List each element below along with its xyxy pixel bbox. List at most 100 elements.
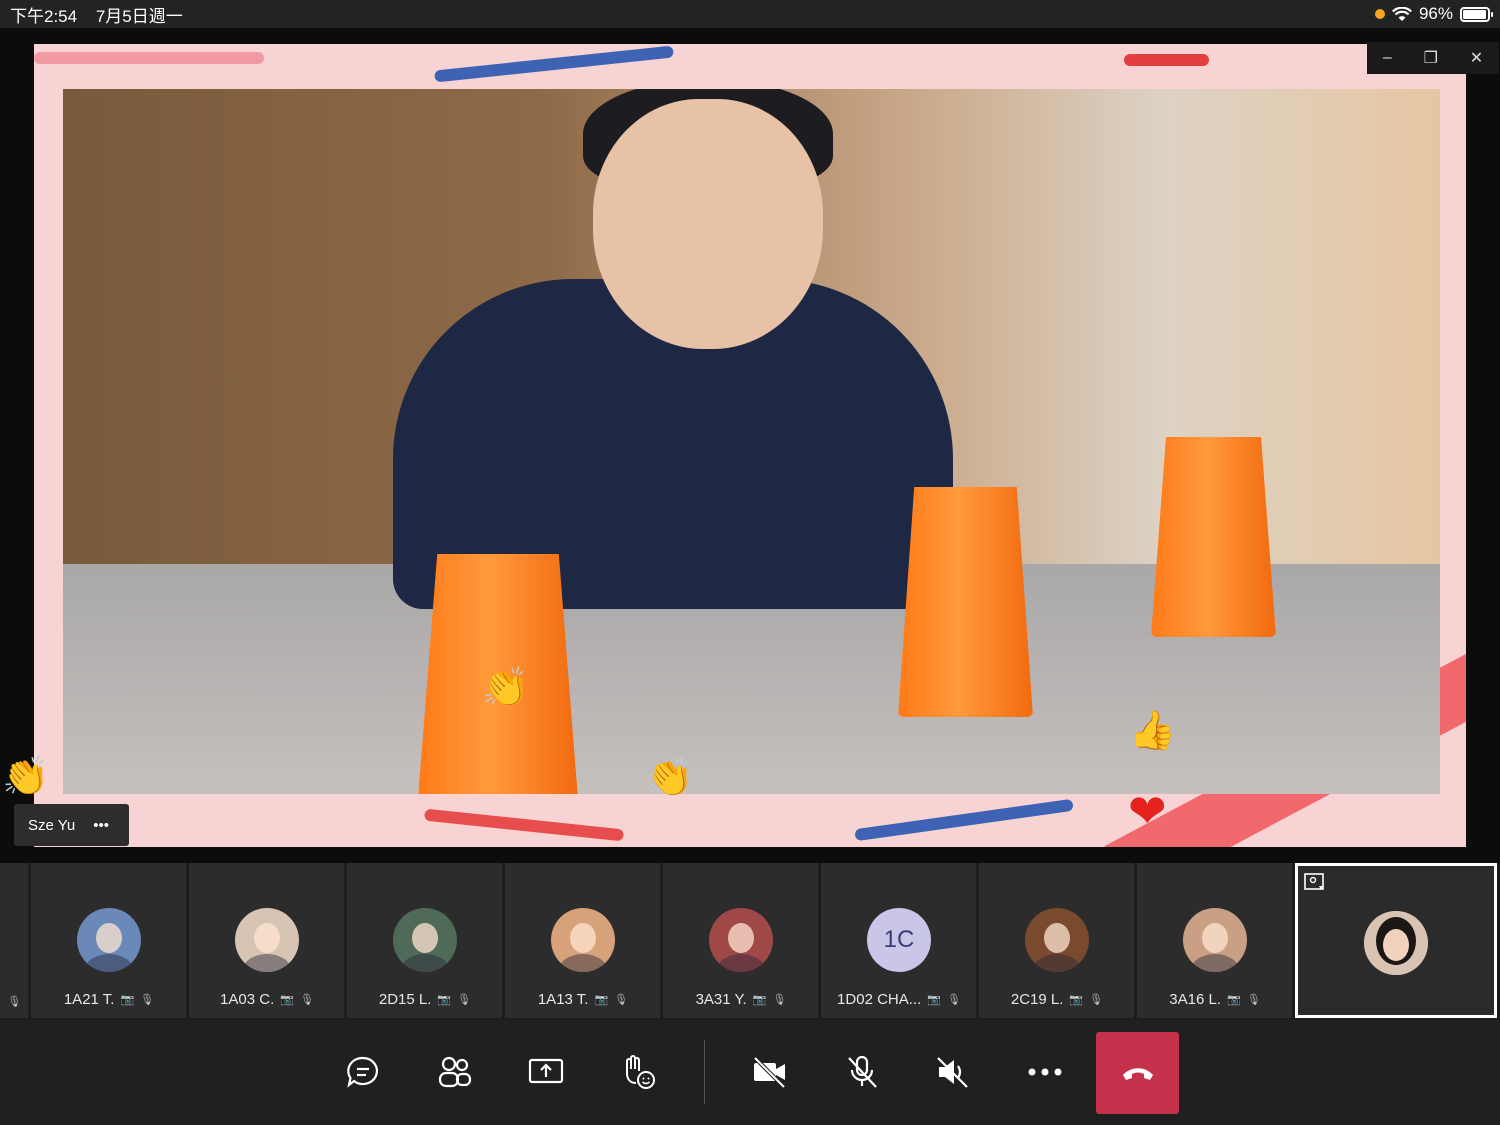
mic-muted-small-icon: 🎙 [772, 994, 787, 1006]
participant-tile[interactable]: 1A21 T. 📷 🎙 [31, 863, 187, 1018]
participant-label: 2D15 L. 📷 🎙 [379, 991, 471, 1008]
battery-icon [1460, 6, 1493, 22]
participant-name-tag[interactable]: Sze Yu ••• [14, 804, 129, 846]
mic-muted-small-icon: 🎙 [946, 994, 961, 1006]
video-background-frame: ❤ 👏 👏 👍 [34, 44, 1466, 847]
pencil-decoration [423, 808, 625, 842]
participant-name: 1A21 T. [63, 991, 115, 1008]
close-button[interactable]: ✕ [1470, 48, 1483, 68]
participant-tile[interactable]: 3A31 Y. 📷 🎙 [663, 863, 819, 1018]
self-avatar [1364, 911, 1429, 975]
participant-tile[interactable]: 2C19 L. 📷 🎙 [979, 863, 1135, 1018]
camera-toggle-button[interactable] [730, 1032, 810, 1112]
camera-off-small-icon: 📷 [752, 994, 767, 1006]
mic-muted-small-icon: 🎙 [299, 994, 314, 1006]
participant-name: 3A16 L. [1169, 991, 1221, 1008]
camera-off-small-icon: 📷 [1069, 994, 1084, 1006]
mic-muted-small-icon: 🎙 [457, 994, 472, 1006]
camera-off-icon [753, 1056, 786, 1089]
speaker-toggle-button[interactable] [913, 1032, 993, 1112]
status-date: 7月5日週一 [95, 6, 183, 26]
heart-reaction-icon: ❤ [1128, 785, 1167, 837]
pencil-decoration [34, 52, 264, 64]
speaker-off-icon [937, 1057, 968, 1088]
more-actions-button[interactable] [1005, 1032, 1085, 1112]
cup-middle [898, 487, 1033, 717]
self-video-tile[interactable] [1295, 863, 1497, 1018]
participant-avatar [1182, 908, 1247, 972]
restore-button[interactable]: ❐ [1424, 48, 1438, 68]
participant-label: 1A13 T. 📷 🎙 [538, 991, 628, 1008]
mic-muted-small-icon: 🎙 [614, 994, 629, 1006]
wifi-icon [1391, 6, 1412, 21]
participant-label: 1A21 T. 📷 🎙 [64, 991, 154, 1008]
hang-up-button[interactable] [1096, 1032, 1179, 1114]
camera-off-small-icon: 📷 [927, 994, 941, 1006]
camera-off-small-icon: 📷 [437, 994, 452, 1006]
eraser-decoration [1124, 54, 1209, 66]
participant-name: 1A13 T. [537, 991, 589, 1008]
participant-avatar [708, 908, 773, 972]
participant-label: 1D02 CHA... 📷 🎙 [837, 991, 961, 1008]
camera-off-small-icon: 📷 [120, 994, 135, 1006]
mic-muted-small-icon: 🎙 [1246, 994, 1261, 1006]
status-bar: 下午2:54 7月5日週一 96% [0, 0, 1500, 28]
cup-right [1151, 437, 1276, 637]
participant-label: 3A31 Y. 📷 🎙 [696, 991, 787, 1008]
clap-reaction-icon: 👏 [482, 667, 530, 709]
participant-avatar [392, 908, 457, 972]
participant-name: 1D02 CHA... [837, 991, 922, 1008]
battery-percent: 96% [1418, 4, 1453, 23]
participant-tile-partial[interactable]: 🎙 [0, 863, 29, 1018]
participant-avatar [550, 908, 615, 972]
reactions-button[interactable] [598, 1032, 678, 1112]
toolbar-divider [704, 1040, 705, 1104]
camera-off-small-icon: 📷 [1227, 994, 1241, 1006]
clap-reaction-icon: 👏 [646, 757, 694, 799]
mic-muted-small-icon: 🎙 [140, 994, 155, 1006]
pencil-decoration [434, 45, 674, 83]
orange-dot-icon [1374, 9, 1385, 19]
participant-avatar [1024, 908, 1089, 972]
participant-video [63, 89, 1440, 794]
video-person-head [593, 99, 823, 349]
main-video-stage[interactable]: ❤ 👏 👏 👍 👏 – ❐ ✕ Sze Yu ••• [0, 28, 1500, 863]
participant-label: 1A03 C. 📷 🎙 [220, 991, 314, 1008]
raise-hand-icon [626, 1055, 655, 1089]
participant-avatar [234, 908, 299, 972]
participant-tile[interactable]: 1A03 C. 📷 🎙 [189, 863, 345, 1018]
more-options-icon[interactable]: ••• [93, 817, 109, 834]
participant-label: 3A16 L. 📷 🎙 [1169, 991, 1260, 1008]
clap-reaction-icon: 👏 [2, 756, 50, 798]
share-screen-button[interactable] [506, 1032, 586, 1112]
status-time: 下午2:54 [10, 6, 78, 26]
participant-strip[interactable]: 🎙 1A21 T. 📷 🎙 1A03 C. 📷 🎙 2D15 L. 📷 🎙 1A13 T. 📷 🎙 3A… [0, 863, 1500, 1020]
camera-off-small-icon: 📷 [280, 994, 294, 1006]
participant-name: 3A31 Y. [695, 991, 747, 1008]
mic-off-icon [848, 1055, 877, 1088]
participant-avatar [76, 908, 141, 972]
mic-toggle-button[interactable] [822, 1032, 902, 1112]
participant-tile[interactable]: 1A13 T. 📷 🎙 [505, 863, 661, 1018]
participant-name: Sze Yu [28, 816, 76, 834]
more-icon [1028, 1068, 1062, 1076]
participant-tile[interactable]: 1C 1D02 CHA... 📷 🎙 [821, 863, 977, 1018]
participants-icon [438, 1056, 472, 1088]
thumbs-up-reaction-icon: 👍 [1129, 710, 1177, 752]
share-screen-icon [528, 1058, 564, 1084]
participant-name: 2D15 L. [378, 991, 432, 1008]
window-controls: – ❐ ✕ [1367, 42, 1499, 74]
camera-off-small-icon: 📷 [594, 994, 609, 1006]
participant-tile[interactable]: 3A16 L. 📷 🎙 [1137, 863, 1293, 1018]
pencil-decoration [854, 798, 1074, 842]
hang-up-icon [1122, 1068, 1153, 1080]
minimize-button[interactable]: – [1383, 49, 1392, 67]
participant-tile[interactable]: 2D15 L. 📷 🎙 [347, 863, 503, 1018]
participant-avatar: 1C [866, 908, 931, 972]
chat-button[interactable] [323, 1032, 403, 1112]
participant-label: 2C19 L. 📷 🎙 [1011, 991, 1103, 1008]
mic-muted-icon: 🎙 [7, 996, 22, 1008]
pin-icon[interactable] [1304, 873, 1326, 893]
participants-button[interactable] [415, 1032, 495, 1112]
call-control-bar [0, 1020, 1500, 1125]
